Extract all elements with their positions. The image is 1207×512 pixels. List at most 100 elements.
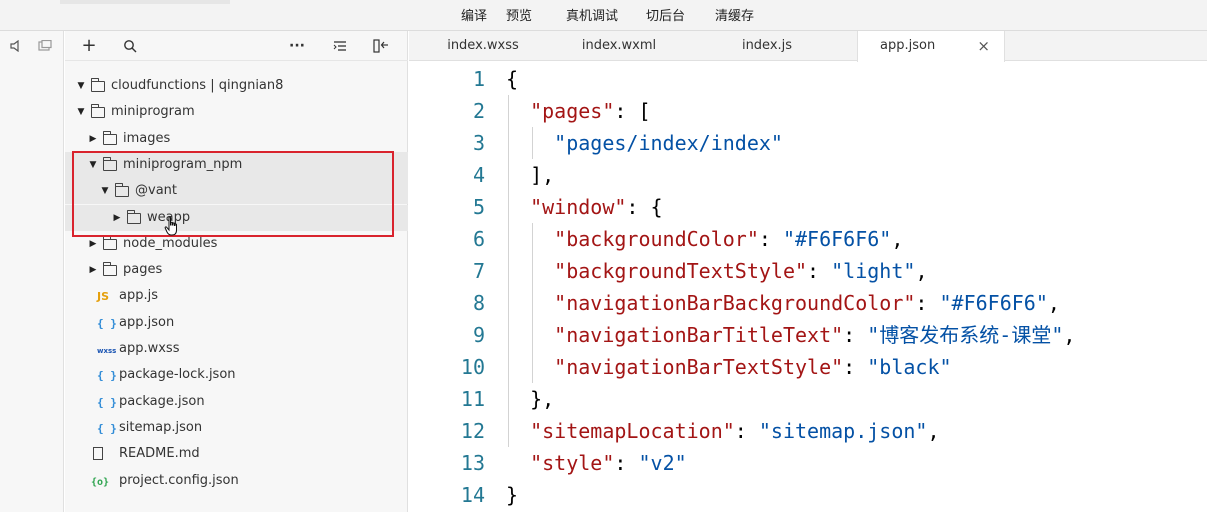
config-file-icon: {o} xyxy=(91,476,110,488)
tab-app-json[interactable]: app.json × xyxy=(857,31,1005,62)
caret-down-icon[interactable]: ▼ xyxy=(76,73,86,99)
line-number: 10 xyxy=(460,355,485,379)
code-editor: index.wxss index.wxml index.js app.json × 1{… xyxy=(409,31,1207,512)
preview-button[interactable]: 预览 xyxy=(506,5,532,24)
line-number: 12 xyxy=(460,419,485,443)
code-line: 4 ], xyxy=(409,159,1207,191)
caret-down-icon[interactable]: ▼ xyxy=(88,152,98,178)
caret-right-icon[interactable]: ▶ xyxy=(88,231,98,257)
explorer-toolbar: + ··· xyxy=(65,31,408,61)
file-icon xyxy=(93,441,103,467)
line-number: 14 xyxy=(460,483,485,507)
line-number: 5 xyxy=(472,195,485,219)
tree-item-label: app.js xyxy=(119,288,158,304)
tree-item[interactable]: {o} project.config.json xyxy=(65,468,408,494)
tree-item[interactable]: wxss app.wxss xyxy=(65,336,408,362)
tree-item[interactable]: { } sitemap.json xyxy=(65,415,408,441)
switch-background-button[interactable]: 切后台 xyxy=(646,5,685,24)
code-text: { xyxy=(506,67,519,91)
line-number: 2 xyxy=(472,99,485,123)
tree-item[interactable]: ▼ miniprogram_npm xyxy=(65,151,408,178)
tab-label: index.js xyxy=(741,38,793,53)
line-number: 3 xyxy=(472,131,485,155)
indent-guide xyxy=(508,95,509,447)
tree-item-label: README.md xyxy=(119,446,200,462)
tree-item[interactable]: { } package.json xyxy=(65,389,408,415)
folder-icon xyxy=(103,231,117,257)
code-line: 1{ xyxy=(409,63,1207,95)
code-line: 12 "sitemapLocation": "sitemap.json", xyxy=(409,415,1207,447)
tree-item-label: images xyxy=(123,130,171,146)
line-number: 13 xyxy=(460,451,485,475)
config-file-icon: {o} xyxy=(91,468,109,496)
caret-down-icon[interactable]: ▼ xyxy=(76,99,86,125)
js-file-icon: JS xyxy=(97,290,110,304)
tree-item[interactable]: ▼ cloudfunctions | qingnian8 xyxy=(65,73,408,99)
folder-icon xyxy=(127,205,141,231)
tree-item[interactable]: README.md xyxy=(65,441,408,467)
speaker-icon[interactable] xyxy=(10,39,24,53)
wxss-file-icon: wxss xyxy=(97,347,117,355)
tab-index-wxss[interactable]: index.wxss xyxy=(409,31,557,61)
cloud-folder-icon xyxy=(91,73,105,99)
code-text: ], xyxy=(506,163,555,187)
file-explorer: + ··· ▼ cloudfunctions | qingnian8 ▼ minipr… xyxy=(65,31,408,512)
tab-index-wxml[interactable]: index.wxml xyxy=(545,31,693,61)
tree-item[interactable]: ▶ pages xyxy=(65,257,408,283)
js-file-icon: JS xyxy=(97,283,109,310)
compile-button[interactable]: 编译 xyxy=(461,5,487,24)
code-line: 13 "style": "v2" xyxy=(409,447,1207,479)
code-text: }, xyxy=(506,387,555,411)
tree-item[interactable]: ▶ images xyxy=(65,126,408,152)
caret-right-icon[interactable]: ▶ xyxy=(88,126,98,152)
code-line: 5 "window": { xyxy=(409,191,1207,223)
tree-item[interactable]: { } package-lock.json xyxy=(65,362,408,388)
code-line: 7 "backgroundTextStyle": "light", xyxy=(409,255,1207,287)
search-icon[interactable] xyxy=(119,36,141,56)
caret-right-icon[interactable]: ▶ xyxy=(112,205,122,231)
locate-file-icon[interactable] xyxy=(370,36,392,56)
tree-item[interactable]: { } app.json xyxy=(65,310,408,336)
line-number: 1 xyxy=(472,67,485,91)
line-number: 4 xyxy=(472,163,485,187)
tree-item-label: pages xyxy=(123,262,163,278)
add-icon[interactable]: + xyxy=(78,36,100,56)
json-file-icon: { } xyxy=(97,415,117,442)
editor-tabs: index.wxss index.wxml index.js app.json × xyxy=(409,31,1207,62)
tree-item-label: miniprogram_npm xyxy=(123,156,243,172)
folder-icon xyxy=(103,152,117,178)
caret-down-icon[interactable]: ▼ xyxy=(100,178,110,204)
folder-icon xyxy=(103,257,117,283)
json-file-icon: { } xyxy=(97,316,117,330)
tab-label: index.wxss xyxy=(447,38,519,53)
tree-item-label: package.json xyxy=(119,393,205,409)
close-tab-icon[interactable]: × xyxy=(977,31,990,61)
tree-item[interactable]: ▼ @vant xyxy=(65,178,408,205)
folder-icon xyxy=(103,126,117,152)
tree-item[interactable]: ▶ node_modules xyxy=(65,231,408,257)
window-icon[interactable] xyxy=(38,39,52,52)
toolbar-strip xyxy=(60,0,230,4)
tab-index-js[interactable]: index.js xyxy=(693,31,841,61)
code-text: "navigationBarBackgroundColor": "#F6F6F6… xyxy=(554,291,1060,315)
line-number: 8 xyxy=(472,291,485,315)
tab-label: index.wxml xyxy=(581,38,657,53)
tree-item-label: app.json xyxy=(119,314,175,330)
clear-cache-button[interactable]: 清缓存 xyxy=(715,5,754,24)
line-number: 7 xyxy=(472,259,485,283)
json-file-icon: { } xyxy=(97,362,117,389)
tree-item-label: sitemap.json xyxy=(119,419,203,435)
collapse-all-icon[interactable] xyxy=(329,36,351,56)
tree-item[interactable]: JS app.js xyxy=(65,283,408,309)
json-file-icon: { } xyxy=(97,310,117,337)
tree-item[interactable]: ▼ miniprogram xyxy=(65,99,408,125)
tree-item-label: project.config.json xyxy=(119,472,239,488)
caret-right-icon[interactable]: ▶ xyxy=(88,257,98,283)
real-device-debug-button[interactable]: 真机调试 xyxy=(566,5,618,24)
indent-guide xyxy=(532,127,534,159)
tree-item[interactable]: ▶ weapp xyxy=(65,204,408,231)
wxss-file-icon: wxss xyxy=(97,336,116,364)
json-file-icon: { } xyxy=(97,395,117,409)
more-icon[interactable]: ··· xyxy=(286,36,308,56)
indent-guide xyxy=(532,223,534,383)
